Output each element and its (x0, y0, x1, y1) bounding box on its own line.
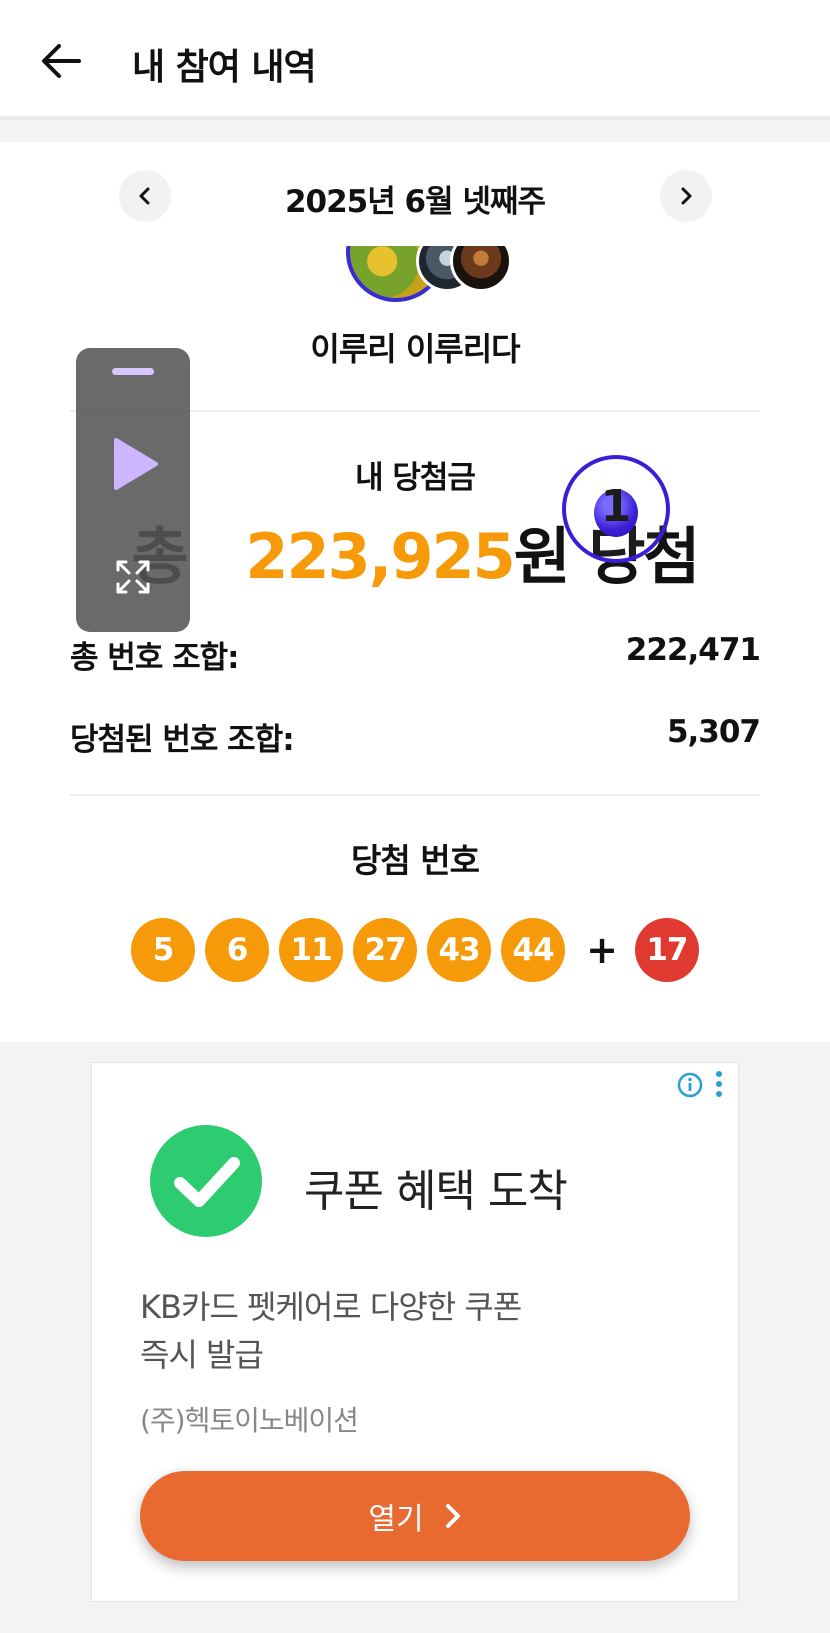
app-header: 내 참여 내역 (0, 0, 830, 120)
prev-week-button[interactable] (119, 170, 171, 222)
divider (70, 794, 760, 796)
bonus-ball: 17 (634, 918, 699, 982)
total-combinations-row: 총 번호 조합: 222,471 (70, 632, 761, 677)
more-options-icon[interactable] (712, 1069, 726, 1099)
stat-value: 222,471 (625, 632, 761, 668)
floating-player-widget[interactable] (76, 348, 190, 632)
number-ball: 5 (131, 918, 196, 982)
back-button[interactable] (38, 38, 84, 84)
winning-combinations-row: 당첨된 번호 조합: 5,307 (70, 714, 761, 759)
ad-open-label: 열기 (368, 1502, 424, 1537)
ad-description: KB카드 펫케어로 다양한 쿠폰 즉시 발급 (140, 1283, 660, 1379)
ad-description-line: KB카드 펫케어로 다양한 쿠폰 (140, 1288, 522, 1326)
drag-handle[interactable] (112, 368, 154, 375)
chevron-right-icon (445, 1504, 460, 1528)
ad-advertiser: (주)헥토이노베이션 (140, 1404, 359, 1437)
next-week-button[interactable] (660, 170, 712, 222)
stat-label: 당첨된 번호 조합: (70, 722, 295, 758)
number-ball: 6 (205, 918, 270, 982)
ad-title: 쿠폰 혜택 도착 (304, 1166, 568, 1217)
arrow-left-icon (42, 44, 81, 78)
chevron-left-icon (139, 187, 150, 205)
play-icon[interactable] (110, 436, 160, 492)
number-ball: 11 (279, 918, 344, 982)
ad-open-button[interactable]: 열기 (140, 1471, 690, 1561)
floating-bubble[interactable]: 1 (562, 455, 670, 563)
info-icon[interactable] (676, 1071, 704, 1099)
chevron-right-icon (681, 187, 692, 205)
stat-label: 총 번호 조합: (70, 640, 240, 676)
page-title: 내 참여 내역 (132, 47, 317, 88)
participant-avatars (344, 246, 514, 304)
number-ball: 27 (353, 918, 418, 982)
ad-description-line: 즉시 발급 (140, 1336, 264, 1374)
bubble-number: 1 (600, 481, 632, 532)
ad-banner[interactable]: 쿠폰 혜택 도착 KB카드 펫케어로 다양한 쿠폰 즉시 발급 (주)헥토이노베… (91, 1062, 739, 1602)
number-ball: 44 (501, 918, 566, 982)
number-ball: 43 (427, 918, 492, 982)
winning-numbers-label: 당첨 번호 (351, 841, 480, 880)
plus-sign: + (586, 928, 618, 972)
prize-amount: 223,925 (245, 520, 515, 593)
expand-icon[interactable] (114, 558, 152, 596)
week-label: 2025년 6월 넷째주 (284, 184, 546, 220)
stat-value: 5,307 (666, 714, 761, 750)
winning-numbers: 5 6 11 27 43 44 + 17 (0, 918, 830, 982)
checkmark-icon (150, 1125, 262, 1237)
